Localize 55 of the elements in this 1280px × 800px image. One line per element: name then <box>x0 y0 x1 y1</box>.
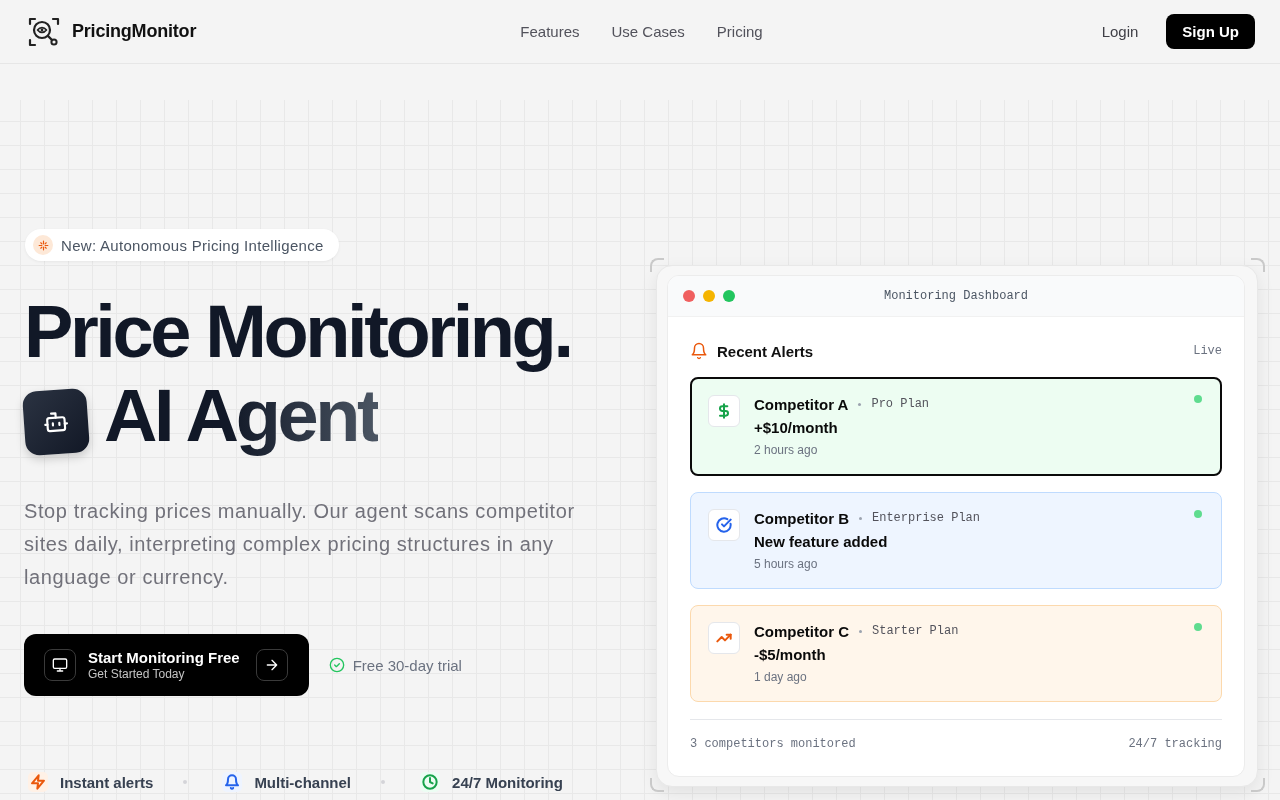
section-title: Recent Alerts <box>717 342 814 360</box>
feature-label: Multi-channel <box>254 773 352 791</box>
start-monitoring-button[interactable]: Start Monitoring Free Get Started Today <box>24 634 309 696</box>
arrow-right-icon <box>255 649 288 681</box>
alert-card[interactable]: Competitor A Pro Plan +$10/month 2 hours ago <box>690 377 1222 476</box>
robot-icon <box>21 387 91 457</box>
window-control-dot[interactable] <box>723 290 735 302</box>
monitor-icon <box>44 649 76 681</box>
window-control-dot[interactable] <box>703 290 715 302</box>
dot-separator-icon <box>859 629 862 633</box>
alert-card[interactable]: Competitor B Enterprise Plan New feature added 5 hours ago <box>690 492 1222 589</box>
brand-name[interactable]: PricingMonitor <box>72 21 197 42</box>
alert-card[interactable]: Competitor C Starter Plan -$5/month 1 day ago <box>690 605 1222 702</box>
hero-description: Stop tracking prices manually. Our agent scans competitor sites daily, interpreting complex pricing structures in any language or currency. <box>24 499 576 590</box>
alert-time: 2 hours ago <box>754 442 818 458</box>
footer-note: 24/7 tracking <box>1128 736 1222 752</box>
status-dot-icon <box>1194 510 1202 518</box>
lightning-icon <box>28 772 48 792</box>
dollar-icon <box>708 395 740 427</box>
competitor-name: Competitor B <box>754 509 849 527</box>
feature-label: Instant alerts <box>60 773 154 791</box>
status-dot-icon <box>1194 623 1202 631</box>
alert-change: New feature added <box>754 532 888 552</box>
bell-icon <box>690 342 708 360</box>
live-status: Live <box>1193 344 1222 358</box>
sparkle-icon <box>33 235 53 255</box>
badge-text: New: Autonomous Pricing Intelligence <box>61 236 324 254</box>
headline: Price Monitoring. <box>24 290 571 374</box>
plan-name: Starter Plan <box>872 624 959 638</box>
dot-separator-icon <box>859 516 862 520</box>
status-dot-icon <box>1194 395 1202 403</box>
footer-note: 3 competitors monitored <box>690 736 856 752</box>
bell-icon <box>222 772 243 792</box>
alert-time: 1 day ago <box>754 669 807 685</box>
nav-link[interactable]: Pricing <box>716 23 763 40</box>
trial-note: Free 30-day trial <box>352 656 462 674</box>
alert-time: 5 hours ago <box>754 556 818 572</box>
scan-magnifier-icon[interactable] <box>28 15 60 48</box>
clock-icon <box>420 772 441 792</box>
nav-link[interactable]: Use Cases <box>611 23 685 40</box>
plan-name: Enterprise Plan <box>872 511 981 525</box>
alert-change: +$10/month <box>754 418 838 438</box>
plan-name: Pro Plan <box>871 397 930 411</box>
competitor-name: Competitor A <box>754 395 849 413</box>
sign-up-button[interactable]: Sign Up <box>1166 14 1255 49</box>
dot-separator-icon <box>858 402 862 406</box>
trend-up-icon <box>708 622 740 654</box>
login-link[interactable]: Login <box>1101 23 1139 40</box>
feature-label: 24/7 Monitoring <box>452 773 563 791</box>
alert-change: -$5/month <box>754 645 826 665</box>
competitor-name: Competitor C <box>754 622 849 640</box>
check-circle-icon <box>328 657 345 673</box>
window-control-dot[interactable] <box>683 290 695 302</box>
window-title: Monitoring Dashboard <box>884 289 1028 303</box>
nav-link[interactable]: Features <box>520 23 580 40</box>
